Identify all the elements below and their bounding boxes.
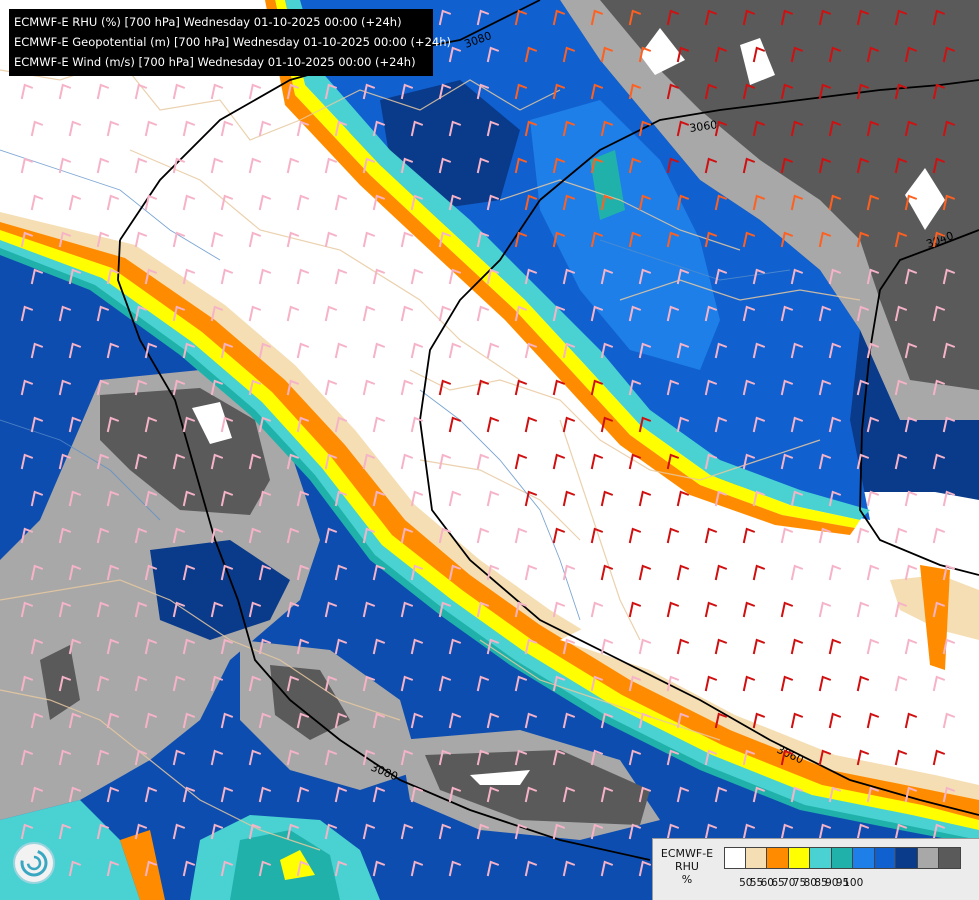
legend-swatch	[745, 848, 767, 868]
legend-swatch	[724, 848, 746, 868]
legend-swatch	[810, 848, 832, 868]
legend-unit: %	[681, 873, 693, 886]
legend-swatch	[917, 848, 939, 868]
legend-swatch	[853, 848, 875, 868]
weather-map: 3080 3060 3040 3060 3080	[0, 0, 979, 900]
legend-variable: RHU	[675, 860, 699, 873]
swirl-logo-icon	[13, 842, 55, 884]
legend-swatch	[831, 848, 853, 868]
title-line-rhu: ECMWF-E RHU (%) [700 hPa] Wednesday 01-1…	[14, 15, 402, 29]
legend-tick-label: 100	[843, 877, 864, 889]
rhu-legend: ECMWF-E RHU % 50 55 60 65 70 75 80 85 90 95 100	[652, 838, 979, 900]
title-line-geopotential: ECMWF-E Geopotential (m) [700 hPa] Wedne…	[14, 35, 451, 49]
legend-swatch	[896, 848, 918, 868]
legend-swatch	[939, 848, 961, 868]
title-line-wind: ECMWF-E Wind (m/s) [700 hPa] Wednesday 0…	[14, 55, 416, 69]
map-title-box: ECMWF-E RHU (%) [700 hPa] Wednesday 01-1…	[9, 9, 451, 76]
legend-label: ECMWF-E RHU %	[657, 847, 717, 886]
legend-swatch	[767, 848, 789, 868]
legend-ticks: 50 55 60 65 70 75 80 85 90 95 100	[735, 877, 864, 889]
legend-swatches	[724, 847, 961, 869]
legend-swatch	[874, 848, 896, 868]
legend-swatch	[788, 848, 810, 868]
legend-model: ECMWF-E	[660, 847, 714, 860]
